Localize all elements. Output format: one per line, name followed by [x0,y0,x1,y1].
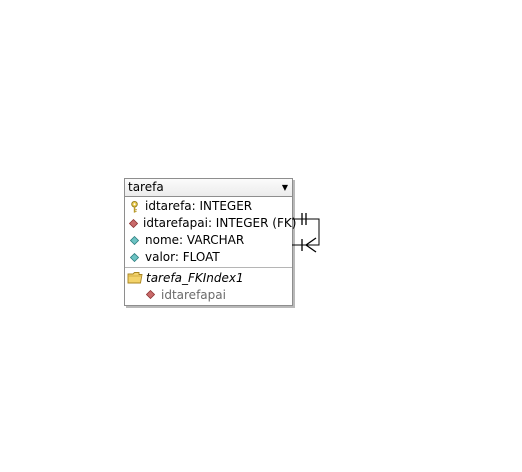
crows-foot-marker [305,244,317,253]
diagram-canvas: tarefa ▼ idtarefa: INTEGER idtarefapai: … [0,0,522,472]
self-relationship-line[interactable] [0,0,522,472]
crows-foot-marker [305,237,317,246]
